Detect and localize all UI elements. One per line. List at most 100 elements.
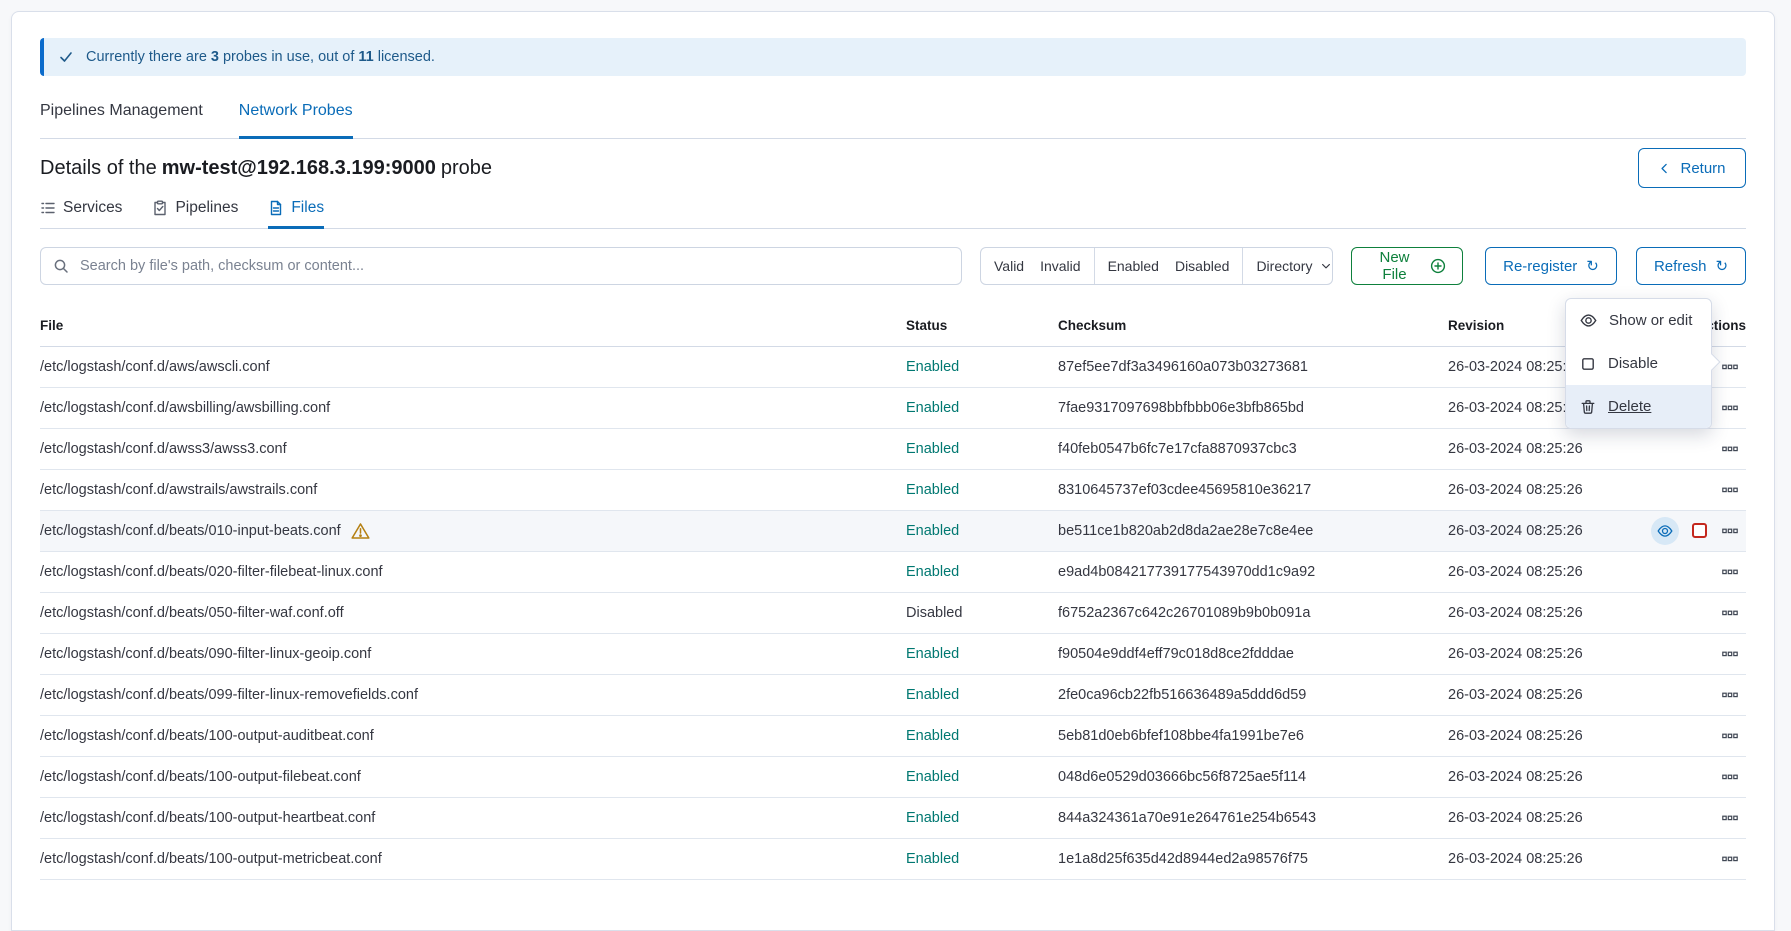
license-banner: Currently there are 3 probes in use, out… (40, 38, 1746, 76)
checksum-cell: 844a324361a70e91e264761e254b6543 (1058, 797, 1448, 838)
menu-item-delete[interactable]: Delete (1566, 385, 1711, 428)
checksum-cell: f40feb0547b6fc7e17cfa8870937cbc3 (1058, 428, 1448, 469)
table-row: /etc/logstash/conf.d/beats/050-filter-wa… (40, 592, 1746, 633)
checksum-cell: 87ef5ee7df3a3496160a073b03273681 (1058, 346, 1448, 387)
tab-pipelines-management[interactable]: Pipelines Management (40, 102, 203, 138)
trash-icon (1580, 399, 1596, 415)
row-actions-button[interactable] (1720, 644, 1740, 664)
license-banner-text: Currently there are 3 probes in use, out… (86, 49, 435, 65)
status-cell: Enabled (906, 387, 1058, 428)
status-cell: Enabled (906, 756, 1058, 797)
tab-network-probes[interactable]: Network Probes (239, 102, 353, 138)
probe-id: mw-test@192.168.3.199:9000 (162, 157, 436, 179)
row-actions-button[interactable] (1720, 849, 1740, 869)
row-actions-menu: Show or edit Disable Delete (1565, 298, 1712, 429)
filter-invalid[interactable]: Invalid (1040, 258, 1080, 274)
checksum-cell: f90504e9ddf4eff79c018d8ce2fdddae (1058, 633, 1448, 674)
plus-circle-icon (1430, 258, 1446, 274)
checksum-cell: 7fae9317097698bbfbbb06e3bfb865bd (1058, 387, 1448, 428)
status-cell: Enabled (906, 633, 1058, 674)
column-header-file: File (40, 306, 906, 346)
checksum-cell: 048d6e0529d03666bc56f8725ae5f114 (1058, 756, 1448, 797)
row-actions-button[interactable] (1720, 726, 1740, 746)
re-register-button[interactable]: Re-register ↻ (1485, 247, 1617, 285)
search-input[interactable] (78, 257, 949, 275)
square-icon (1580, 356, 1596, 372)
page-title: Details of themw-test@192.168.3.199:9000… (40, 157, 492, 180)
revision-cell: 26-03-2024 08:25:26 (1448, 510, 1641, 551)
checksum-cell: 8310645737ef03cdee45695810e36217 (1058, 469, 1448, 510)
row-actions-button[interactable] (1720, 357, 1740, 377)
new-file-button[interactable]: New File (1351, 247, 1463, 285)
file-path: /etc/logstash/conf.d/awsbilling/awsbilli… (40, 400, 330, 416)
revision-cell: 26-03-2024 08:25:26 (1448, 756, 1641, 797)
row-actions-button[interactable] (1720, 521, 1740, 541)
table-row: /etc/logstash/conf.d/beats/010-input-bea… (40, 510, 1746, 551)
disable-file-button[interactable] (1692, 523, 1707, 538)
menu-item-disable[interactable]: Disable (1566, 342, 1711, 385)
file-path: /etc/logstash/conf.d/beats/100-output-me… (40, 851, 382, 867)
file-path: /etc/logstash/conf.d/beats/050-filter-wa… (40, 605, 344, 621)
table-row: /etc/logstash/conf.d/beats/100-output-he… (40, 797, 1746, 838)
return-button[interactable]: Return (1638, 148, 1746, 188)
eye-icon (1580, 312, 1597, 329)
row-actions-button[interactable] (1720, 398, 1740, 418)
row-actions-button[interactable] (1720, 685, 1740, 705)
row-actions-button[interactable] (1720, 480, 1740, 500)
column-header-checksum: Checksum (1058, 306, 1448, 346)
status-cell: Enabled (906, 715, 1058, 756)
subtab-pipelines[interactable]: Pipelines (152, 199, 238, 228)
status-cell: Enabled (906, 797, 1058, 838)
table-row: /etc/logstash/conf.d/awsbilling/awsbilli… (40, 387, 1746, 428)
menu-item-show-or-edit[interactable]: Show or edit (1566, 299, 1711, 342)
filter-group: Valid Invalid Enabled Disabled Directory (980, 247, 1333, 285)
main-tabs: Pipelines Management Network Probes (40, 102, 1746, 139)
clipboard-icon (152, 200, 168, 216)
table-row: /etc/logstash/conf.d/aws/awscli.conf Ena… (40, 346, 1746, 387)
filter-valid[interactable]: Valid (994, 258, 1024, 274)
files-table: File Status Checksum Revision Actions /e… (40, 306, 1746, 880)
table-row: /etc/logstash/conf.d/awstrails/awstrails… (40, 469, 1746, 510)
checksum-cell: f6752a2367c642c26701089b9b0b091a (1058, 592, 1448, 633)
checksum-cell: be511ce1b820ab2d8da2ae28e7c8e4ee (1058, 510, 1448, 551)
table-row: /etc/logstash/conf.d/beats/100-output-fi… (40, 756, 1746, 797)
directory-dropdown[interactable]: Directory (1242, 248, 1333, 284)
document-icon (268, 200, 284, 216)
checksum-cell: 5eb81d0eb6bfef108bbe4fa1991be7e6 (1058, 715, 1448, 756)
filter-enabled[interactable]: Enabled (1108, 258, 1159, 274)
probe-subtabs: Services Pipelines Files (40, 199, 1746, 229)
row-actions-button[interactable] (1720, 767, 1740, 787)
show-file-button[interactable] (1651, 517, 1679, 545)
file-path: /etc/logstash/conf.d/beats/100-output-he… (40, 810, 375, 826)
search-icon (53, 258, 69, 274)
column-header-status: Status (906, 306, 1058, 346)
warning-icon (351, 522, 370, 540)
filter-disabled[interactable]: Disabled (1175, 258, 1229, 274)
revision-cell: 26-03-2024 08:25:26 (1448, 715, 1641, 756)
row-actions-button[interactable] (1720, 808, 1740, 828)
probes-in-use-count: 3 (211, 49, 219, 65)
list-icon (40, 200, 56, 216)
row-actions-button[interactable] (1720, 562, 1740, 582)
file-path: /etc/logstash/conf.d/beats/100-output-fi… (40, 769, 361, 785)
subtab-files[interactable]: Files (268, 199, 324, 228)
subtab-services[interactable]: Services (40, 199, 122, 228)
revision-cell: 26-03-2024 08:25:26 (1448, 469, 1641, 510)
table-row: /etc/logstash/conf.d/awss3/awss3.conf En… (40, 428, 1746, 469)
row-actions-button[interactable] (1720, 603, 1740, 623)
search-box (40, 247, 962, 285)
file-path: /etc/logstash/conf.d/beats/020-filter-fi… (40, 564, 383, 580)
table-row: /etc/logstash/conf.d/beats/099-filter-li… (40, 674, 1746, 715)
table-row: /etc/logstash/conf.d/beats/100-output-au… (40, 715, 1746, 756)
file-path: /etc/logstash/conf.d/awss3/awss3.conf (40, 441, 287, 457)
main-card: Currently there are 3 probes in use, out… (11, 11, 1775, 931)
row-actions-button[interactable] (1720, 439, 1740, 459)
refresh-button[interactable]: Refresh ↻ (1636, 247, 1746, 285)
table-row: /etc/logstash/conf.d/beats/100-output-me… (40, 838, 1746, 879)
file-path: /etc/logstash/conf.d/beats/099-filter-li… (40, 687, 418, 703)
revision-cell: 26-03-2024 08:25:26 (1448, 551, 1641, 592)
revision-cell: 26-03-2024 08:25:26 (1448, 592, 1641, 633)
status-cell: Disabled (906, 592, 1058, 633)
checksum-cell: e9ad4b084217739177543970dd1c9a92 (1058, 551, 1448, 592)
file-path: /etc/logstash/conf.d/beats/090-filter-li… (40, 646, 371, 662)
